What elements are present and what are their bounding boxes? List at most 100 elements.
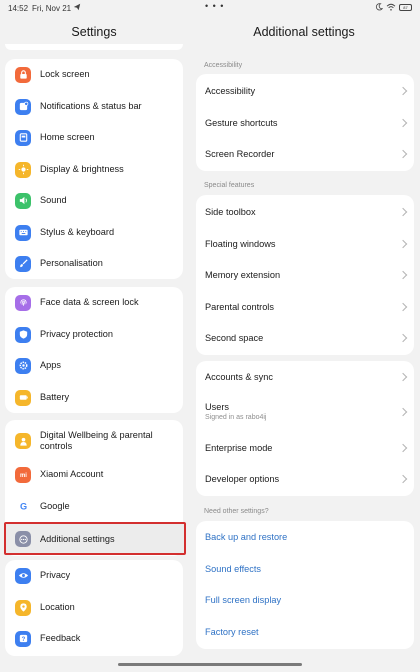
settings-item-home-screen[interactable]: Home screen bbox=[5, 122, 183, 153]
home-icon bbox=[15, 129, 31, 146]
row-developer-options[interactable]: Developer options bbox=[196, 463, 414, 494]
feedback-icon: ? bbox=[15, 630, 31, 647]
svg-text:mi: mi bbox=[20, 473, 27, 479]
link-label: Factory reset bbox=[205, 627, 259, 637]
settings-item-feedback[interactable]: ? Feedback bbox=[5, 623, 183, 654]
notification-icon bbox=[15, 98, 31, 115]
settings-item-location[interactable]: Location bbox=[5, 592, 183, 623]
row-users[interactable]: Users Signed in as rabo4ij bbox=[196, 394, 414, 430]
settings-item-label: Sound bbox=[40, 195, 67, 205]
link-factory-reset[interactable]: Factory reset bbox=[196, 616, 414, 647]
chevron-right-icon bbox=[398, 407, 408, 417]
settings-item-label: Notifications & status bar bbox=[40, 101, 142, 111]
settings-card-4: Privacy Location ? Feedback bbox=[5, 560, 183, 656]
chevron-right-icon bbox=[398, 270, 408, 280]
link-full-screen-display[interactable]: Full screen display bbox=[196, 584, 414, 615]
row-label: Users bbox=[205, 402, 229, 412]
keyboard-icon bbox=[15, 224, 31, 241]
settings-item-label: Google bbox=[40, 501, 70, 511]
row-gesture-shortcuts[interactable]: Gesture shortcuts bbox=[196, 107, 414, 138]
chevron-right-icon bbox=[398, 149, 408, 159]
settings-item-label: Xiaomi Account bbox=[40, 469, 104, 479]
row-label: Developer options bbox=[205, 474, 280, 484]
settings-card-2: Face data & screen lock Privacy protecti… bbox=[5, 287, 183, 413]
settings-item-label: Display & brightness bbox=[40, 164, 124, 174]
settings-item-label: Privacy protection bbox=[40, 329, 114, 339]
chevron-right-icon bbox=[398, 207, 408, 217]
accounts-card: Accounts & sync Users Signed in as rabo4… bbox=[196, 361, 414, 496]
fingerprint-icon bbox=[15, 294, 31, 311]
home-indicator[interactable] bbox=[118, 663, 302, 666]
link-sound-effects[interactable]: Sound effects bbox=[196, 553, 414, 584]
settings-item-label: Battery bbox=[40, 392, 70, 402]
row-second-space[interactable]: Second space bbox=[196, 322, 414, 353]
settings-item-label: Apps bbox=[40, 360, 61, 370]
section-header-special-features: Special features bbox=[204, 182, 255, 189]
row-label: Second space bbox=[205, 333, 264, 343]
settings-item-xiaomi-account[interactable]: mi Xiaomi Account bbox=[5, 459, 183, 490]
settings-item-additional-settings[interactable]: Additional settings bbox=[4, 522, 186, 555]
settings-item-sound[interactable]: Sound bbox=[5, 185, 183, 216]
settings-item-face-data[interactable]: Face data & screen lock bbox=[5, 287, 183, 318]
settings-card-1: Lock screen Notifications & status bar H… bbox=[5, 59, 183, 279]
settings-item-digital-wellbeing[interactable]: Digital Wellbeing & parental controls bbox=[5, 424, 183, 458]
settings-item-label: Lock screen bbox=[40, 69, 90, 79]
row-label: Accounts & sync bbox=[205, 372, 273, 382]
settings-item-lock-screen[interactable]: Lock screen bbox=[5, 59, 183, 90]
row-label: Screen Recorder bbox=[205, 149, 275, 159]
chevron-right-icon bbox=[398, 372, 408, 382]
settings-item-label: Additional settings bbox=[40, 534, 115, 544]
more-icon bbox=[15, 531, 31, 547]
settings-item-display[interactable]: Display & brightness bbox=[5, 154, 183, 185]
row-memory-extension[interactable]: Memory extension bbox=[196, 259, 414, 290]
row-sublabel: Signed in as rabo4ij bbox=[205, 414, 267, 421]
settings-item-personalisation[interactable]: Personalisation bbox=[5, 248, 183, 279]
google-icon: G bbox=[15, 498, 31, 515]
row-label: Accessibility bbox=[205, 86, 256, 96]
row-parental-controls[interactable]: Parental controls bbox=[196, 291, 414, 322]
settings-list-pane: Settings Lock screen Notifications & sta… bbox=[0, 0, 188, 672]
settings-item-google[interactable]: G Google bbox=[5, 491, 183, 522]
accessibility-card: Accessibility Gesture shortcuts Screen R… bbox=[196, 74, 414, 171]
row-label: Parental controls bbox=[205, 302, 274, 312]
row-enterprise-mode[interactable]: Enterprise mode bbox=[196, 432, 414, 463]
row-accessibility[interactable]: Accessibility bbox=[196, 75, 414, 106]
settings-item-notifications[interactable]: Notifications & status bar bbox=[5, 91, 183, 122]
settings-item-privacy[interactable]: Privacy bbox=[5, 560, 183, 591]
settings-item-label: Privacy bbox=[40, 570, 71, 580]
row-floating-windows[interactable]: Floating windows bbox=[196, 228, 414, 259]
location-icon bbox=[15, 599, 31, 616]
row-label: Side toolbox bbox=[205, 207, 256, 217]
speaker-icon bbox=[15, 192, 31, 209]
gear-icon bbox=[15, 357, 31, 374]
row-screen-recorder[interactable]: Screen Recorder bbox=[196, 138, 414, 169]
chevron-right-icon bbox=[398, 118, 408, 128]
mi-icon: mi bbox=[15, 466, 31, 483]
row-label: Gesture shortcuts bbox=[205, 118, 278, 128]
link-label: Sound effects bbox=[205, 564, 262, 574]
settings-item-label: Face data & screen lock bbox=[40, 297, 139, 307]
person-icon bbox=[15, 433, 31, 449]
additional-settings-pane: Additional settings Accessibility Access… bbox=[188, 0, 420, 672]
row-label: Floating windows bbox=[205, 239, 276, 249]
settings-card-top bbox=[5, 44, 183, 50]
brush-icon bbox=[15, 255, 31, 272]
settings-item-label: Home screen bbox=[40, 132, 95, 142]
settings-item-privacy-protection[interactable]: Privacy protection bbox=[5, 319, 183, 350]
row-accounts-sync[interactable]: Accounts & sync bbox=[196, 361, 414, 392]
settings-item-label: Feedback bbox=[40, 633, 81, 643]
settings-item-stylus[interactable]: Stylus & keyboard bbox=[5, 217, 183, 248]
link-label: Full screen display bbox=[205, 595, 282, 605]
chevron-right-icon bbox=[398, 302, 408, 312]
settings-item-label: Personalisation bbox=[40, 258, 103, 268]
page-title: Settings bbox=[71, 25, 117, 39]
special-features-card: Side toolbox Floating windows Memory ext… bbox=[196, 195, 414, 355]
row-side-toolbox[interactable]: Side toolbox bbox=[196, 196, 414, 227]
settings-item-apps[interactable]: Apps bbox=[5, 350, 183, 381]
other-settings-card: Back up and restore Sound effects Full s… bbox=[196, 521, 414, 649]
link-label: Back up and restore bbox=[205, 532, 288, 542]
settings-item-battery[interactable]: Battery bbox=[5, 382, 183, 413]
pane-title: Additional settings bbox=[253, 25, 355, 39]
link-back-up-restore[interactable]: Back up and restore bbox=[196, 521, 414, 552]
row-label: Enterprise mode bbox=[205, 443, 273, 453]
